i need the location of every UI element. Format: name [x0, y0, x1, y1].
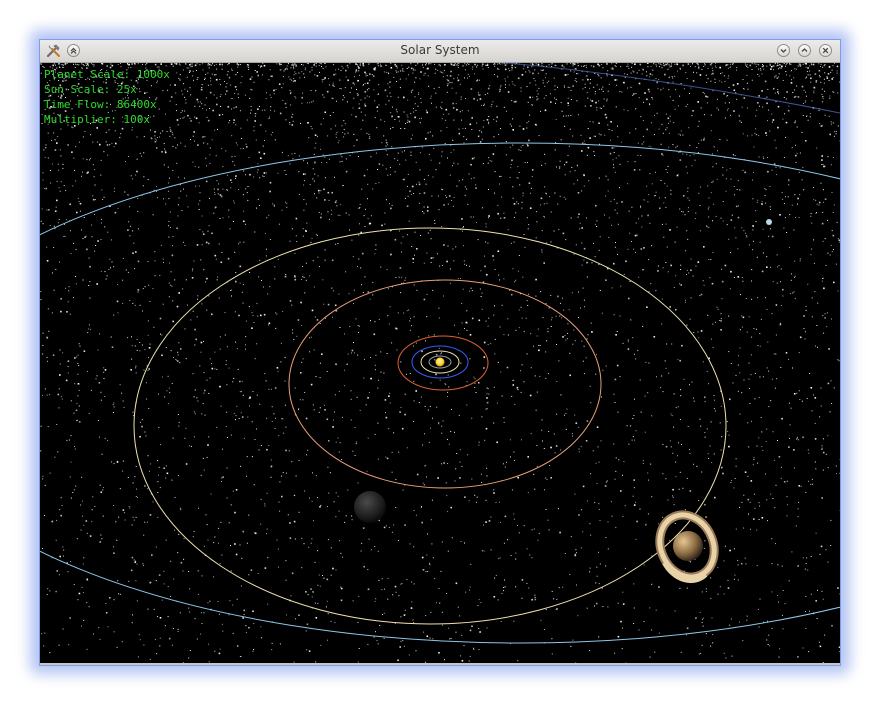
sun[interactable] — [435, 357, 445, 367]
window-bottom-border — [40, 663, 840, 665]
orbit-neptune — [190, 63, 840, 114]
planet-scale-label: Planet Scale: 1000x — [44, 68, 170, 81]
hud-overlay: Planet Scale: 1000x Sun Scale: 25x Time … — [44, 67, 170, 127]
planet-jupiter[interactable] — [354, 491, 386, 523]
multiplier-label: Multiplier: 100x — [44, 113, 150, 126]
planet-uranus[interactable] — [766, 219, 772, 225]
maximize-button[interactable] — [798, 44, 811, 57]
app-window: Solar System Planet Scale: 1000x Sun Sca… — [40, 40, 840, 665]
planet-saturn[interactable] — [650, 506, 724, 586]
time-flow-label: Time Flow: 86400x — [44, 98, 157, 111]
solar-system-scene[interactable] — [40, 63, 840, 663]
orbit-uranus — [40, 142, 840, 644]
render-viewport[interactable]: Planet Scale: 1000x Sun Scale: 25x Time … — [40, 63, 840, 663]
close-icon — [822, 47, 829, 54]
title-bar[interactable]: Solar System — [40, 40, 840, 63]
chevron-up-icon — [801, 48, 808, 52]
sun-scale-label: Sun Scale: 25x — [44, 83, 137, 96]
chevron-down-icon — [780, 49, 787, 53]
minimize-button[interactable] — [777, 44, 790, 57]
close-button[interactable] — [819, 44, 832, 57]
window-title: Solar System — [400, 43, 480, 57]
